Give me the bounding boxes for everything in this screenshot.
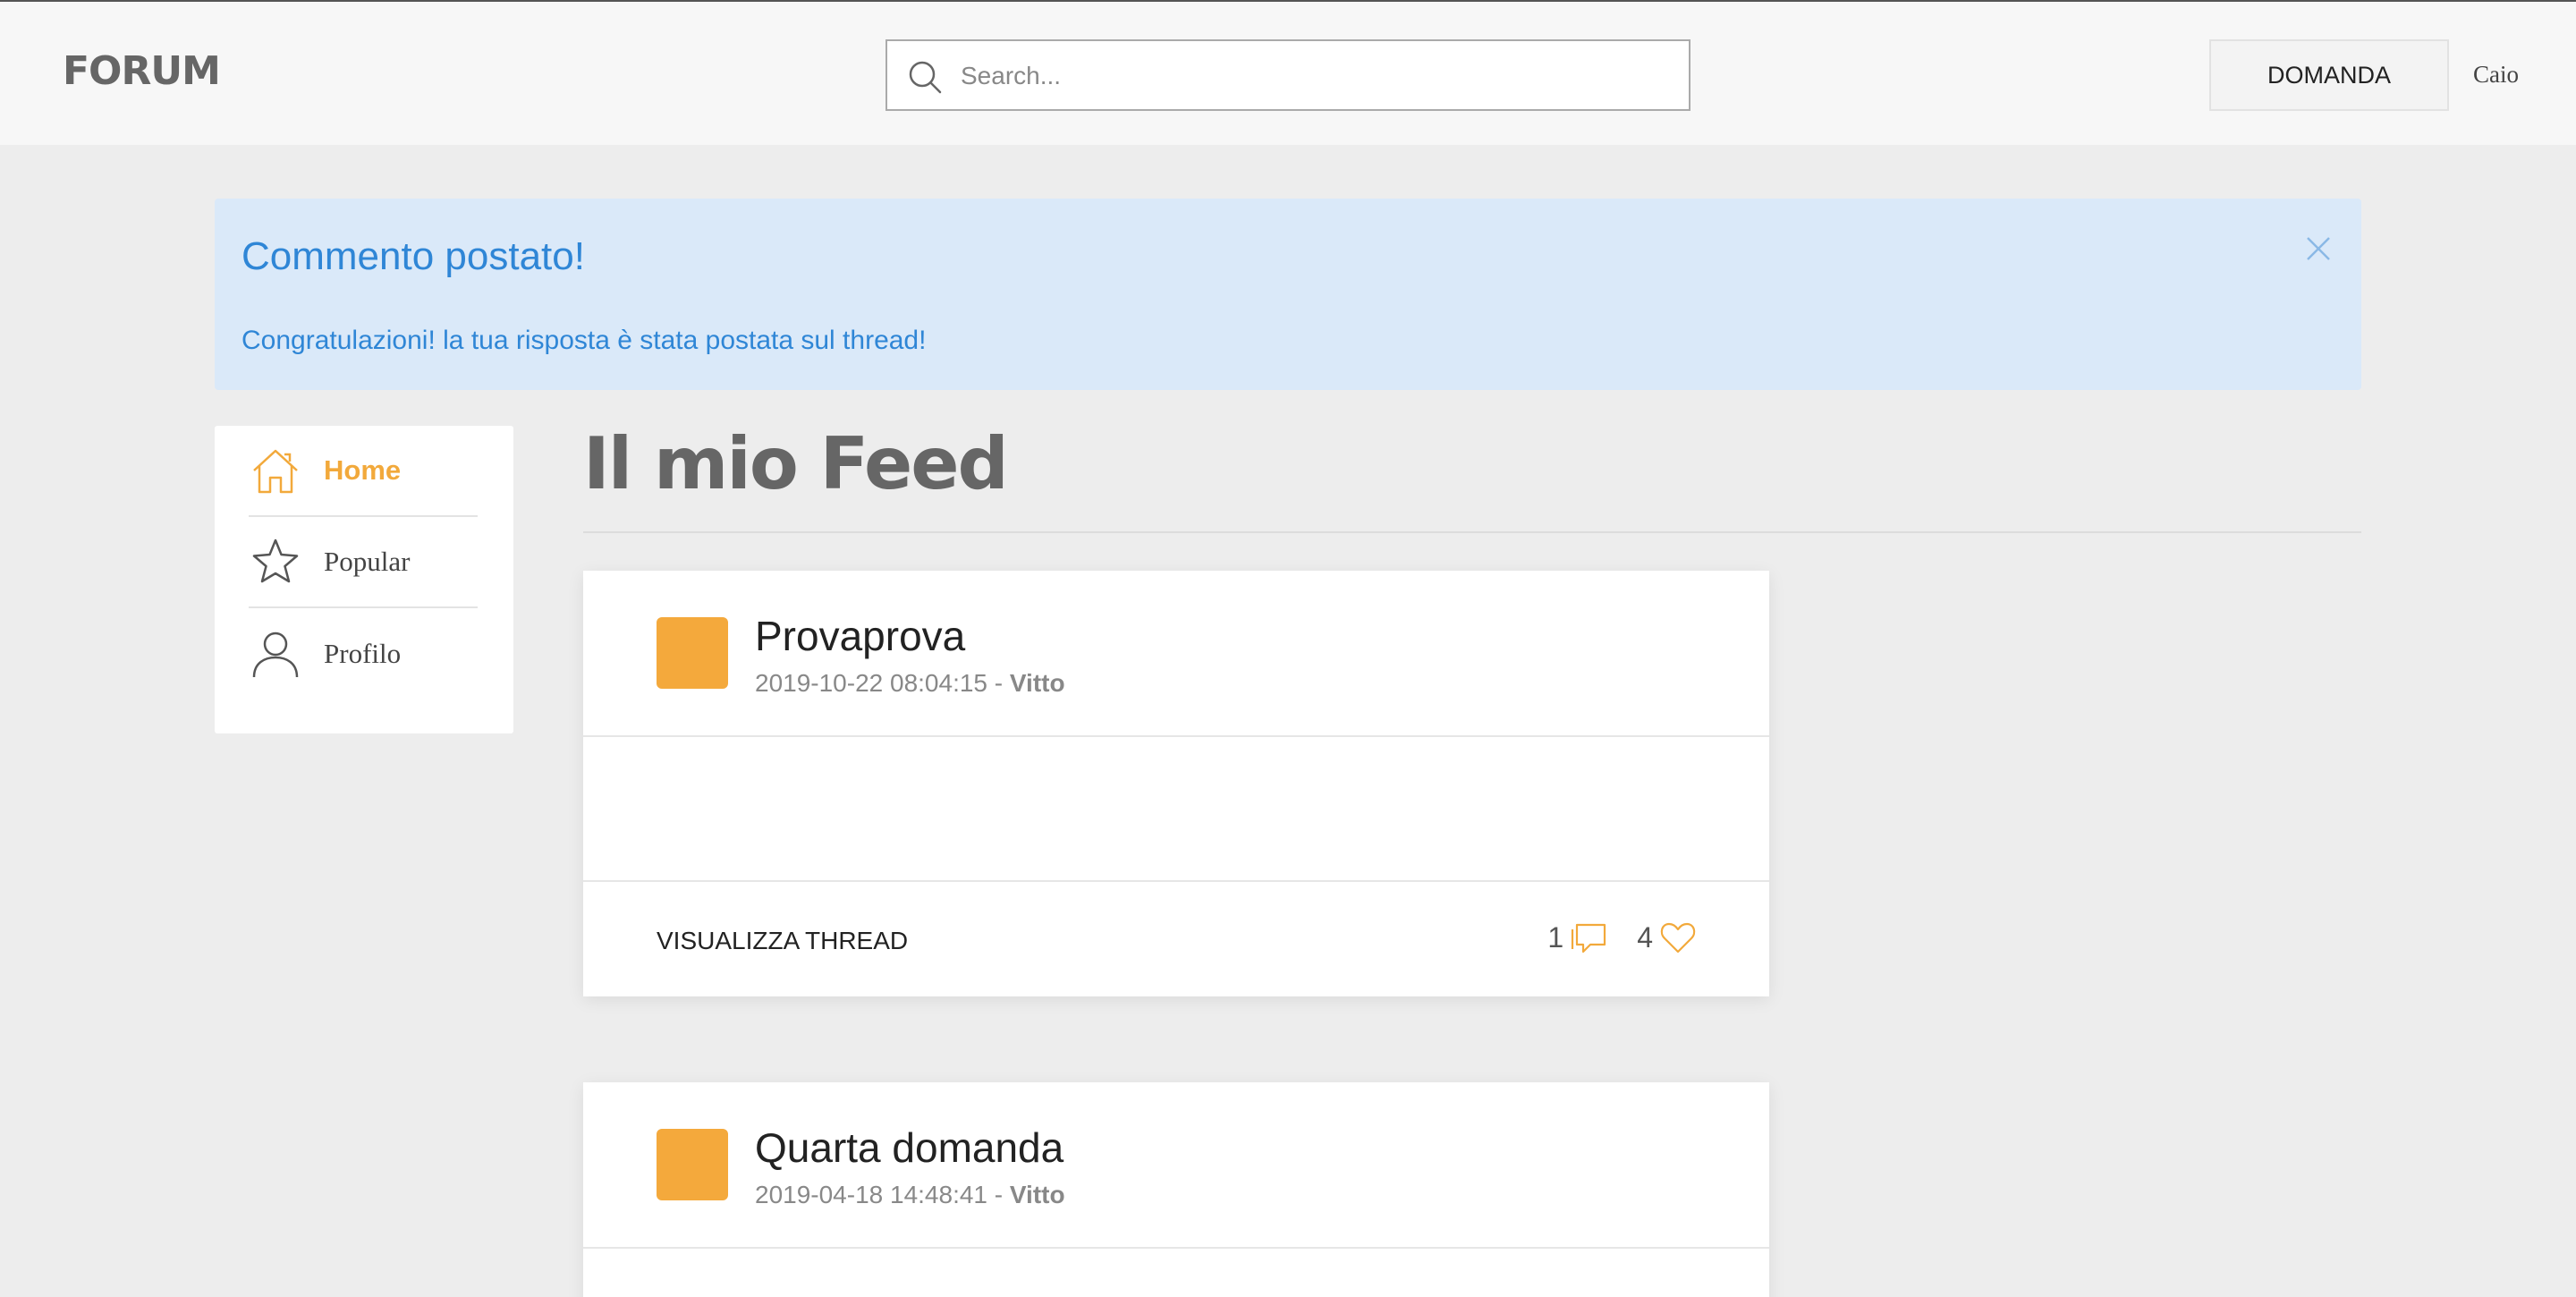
search-box[interactable] [886, 39, 1690, 111]
sidebar-item-profile[interactable]: Profilo [249, 608, 478, 699]
alert-message: Congratulazioni! la tua risposta è stata… [242, 326, 927, 355]
comment-count: 1 [1547, 920, 1564, 954]
thread-author[interactable]: Vitto [1010, 669, 1065, 697]
thread-author[interactable]: Vitto [1010, 1181, 1065, 1208]
search-icon [909, 61, 942, 94]
divider [583, 531, 2361, 533]
meta-separator: - [987, 669, 1010, 697]
like-count: 4 [1637, 920, 1653, 954]
user-icon [252, 632, 299, 678]
sidebar-item-label: Home [324, 454, 402, 486]
thread-stats: 1 4 [1547, 918, 1698, 957]
sidebar-item-popular[interactable]: Popular [249, 517, 478, 608]
thread-card: Quarta domanda 2019-04-18 14:48:41 - Vit… [583, 1082, 1769, 1297]
username-link[interactable]: Caio [2473, 61, 2519, 89]
thread-date: 2019-10-22 08:04:15 [755, 669, 987, 697]
logo[interactable]: FORUM [63, 48, 221, 94]
search-input[interactable] [961, 52, 1667, 100]
success-alert: Commento postato! Congratulazioni! la tu… [215, 199, 2361, 390]
alert-title: Commento postato! [242, 234, 585, 278]
sidebar-nav: Home Popular Profilo [215, 426, 513, 733]
thread-card: Provaprova 2019-10-22 08:04:15 - Vitto V… [583, 571, 1769, 996]
sidebar-item-home[interactable]: Home [249, 426, 478, 517]
divider [583, 1247, 1769, 1249]
page-title: Il mio Feed [583, 422, 1009, 505]
star-icon [252, 538, 299, 583]
thread-meta: 2019-04-18 14:48:41 - Vitto [755, 1181, 1065, 1209]
divider [583, 880, 1769, 882]
thread-date: 2019-04-18 14:48:41 [755, 1181, 987, 1208]
sidebar-item-label: Profilo [324, 638, 402, 669]
home-icon [253, 449, 298, 494]
comment-icon[interactable] [1569, 918, 1608, 957]
divider [583, 735, 1769, 737]
top-bar: FORUM DOMANDA Caio [0, 0, 2576, 145]
avatar [657, 1129, 728, 1200]
view-thread-link[interactable]: VISUALIZZA THREAD [657, 927, 908, 955]
thread-title[interactable]: Provaprova [755, 612, 965, 660]
close-icon[interactable] [2302, 233, 2334, 265]
avatar [657, 617, 728, 689]
ask-question-button[interactable]: DOMANDA [2209, 39, 2449, 111]
thread-meta: 2019-10-22 08:04:15 - Vitto [755, 669, 1065, 698]
sidebar-item-label: Popular [324, 546, 411, 577]
heart-icon[interactable] [1658, 918, 1698, 957]
meta-separator: - [987, 1181, 1010, 1208]
thread-title[interactable]: Quarta domanda [755, 1123, 1063, 1172]
